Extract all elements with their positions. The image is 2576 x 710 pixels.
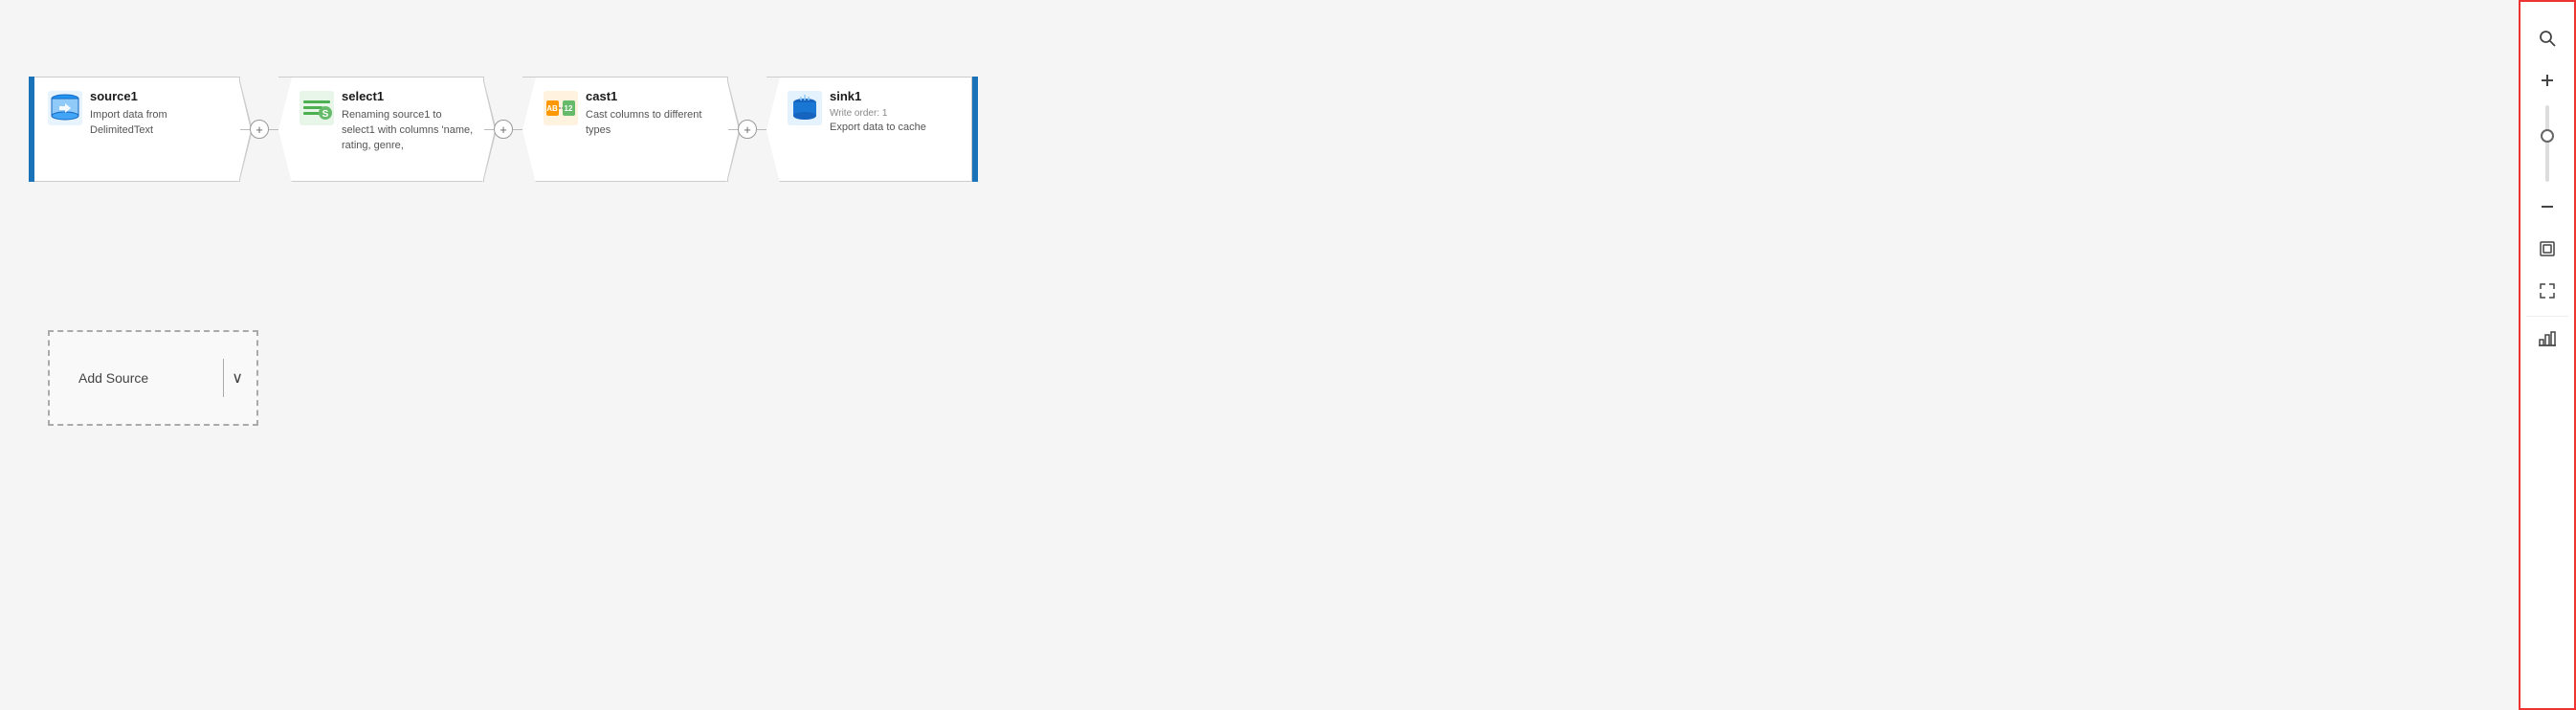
right-accent-bar [972,77,978,182]
node-cast1-title: cast1 [586,89,718,103]
connector-3-line-left [728,129,738,130]
add-source-divider [223,359,224,397]
node-cast1-desc: Cast columns to different types [586,108,718,139]
node-select1-title: select1 [342,89,474,103]
plus-btn-3[interactable]: + [738,120,757,139]
node-sink1-title: sink1 [830,89,926,103]
node-source1-title: source1 [90,89,230,103]
plus-btn-2[interactable]: + [494,120,513,139]
zoom-out-icon [2538,197,2557,216]
svg-text:AB: AB [546,104,558,113]
zoom-in-icon [2538,71,2557,90]
select-icon: S [300,91,334,125]
node-source1-desc: Import data from DelimitedText [90,108,230,139]
zoom-in-button[interactable] [2526,59,2568,101]
node-sink1-meta: Write order: 1 [830,108,926,119]
node-sink1[interactable]: sink1 Write order: 1 Export data to cach… [766,77,972,182]
zoom-thumb[interactable] [2541,129,2554,143]
node-select1-text: select1 Renaming source1 to select1 with… [342,89,474,154]
connector-3-line-right [757,129,766,130]
connector-1-line-right [269,129,278,130]
node-select1[interactable]: S select1 Renaming source1 to select1 wi… [278,77,484,182]
node-sink1-text: sink1 Write order: 1 Export data to cach… [830,89,926,136]
canvas-area: source1 Import data from DelimitedText + [0,0,2432,710]
add-source-chevron[interactable]: ∨ [232,368,256,388]
plus-btn-1[interactable]: + [250,120,269,139]
search-button[interactable] [2526,17,2568,59]
sink-icon [788,91,822,125]
connector-1: + [240,120,278,139]
connector-3: + [728,120,766,139]
add-source-label: Add Source [50,370,215,386]
node-sink1-indent [766,78,780,183]
expand-icon [2538,281,2557,300]
node-cast1-text: cast1 Cast columns to different types [586,89,718,139]
node-cast1[interactable]: AB 12 cast1 Cast columns to different ty… [522,77,728,182]
expand-button[interactable] [2526,270,2568,312]
connector-1-line-left [240,129,250,130]
svg-text:S: S [322,109,329,120]
fit-window-button[interactable] [2526,228,2568,270]
connector-2-line-left [484,129,494,130]
add-source-button[interactable]: Add Source ∨ [48,330,258,426]
search-icon [2538,29,2557,48]
node-select1-indent [278,78,292,183]
connector-2-line-right [513,129,522,130]
right-toolbar [2519,0,2576,710]
connector-2: + [484,120,522,139]
pipeline-container: source1 Import data from DelimitedText + [29,77,978,182]
fit-window-icon [2538,239,2557,258]
node-source1-text: source1 Import data from DelimitedText [90,89,230,139]
node-source1[interactable]: source1 Import data from DelimitedText [34,77,240,182]
zoom-out-button[interactable] [2526,186,2568,228]
node-select1-desc: Renaming source1 to select1 with columns… [342,108,474,154]
cast-icon: AB 12 [544,91,578,125]
svg-text:12: 12 [565,104,573,113]
source-icon [48,91,82,125]
node-sink1-desc: Export data to cache [830,121,926,136]
analytics-icon [2538,328,2557,347]
zoom-track [2545,105,2549,182]
analytics-button[interactable] [2526,316,2568,358]
node-cast1-indent [522,78,536,183]
